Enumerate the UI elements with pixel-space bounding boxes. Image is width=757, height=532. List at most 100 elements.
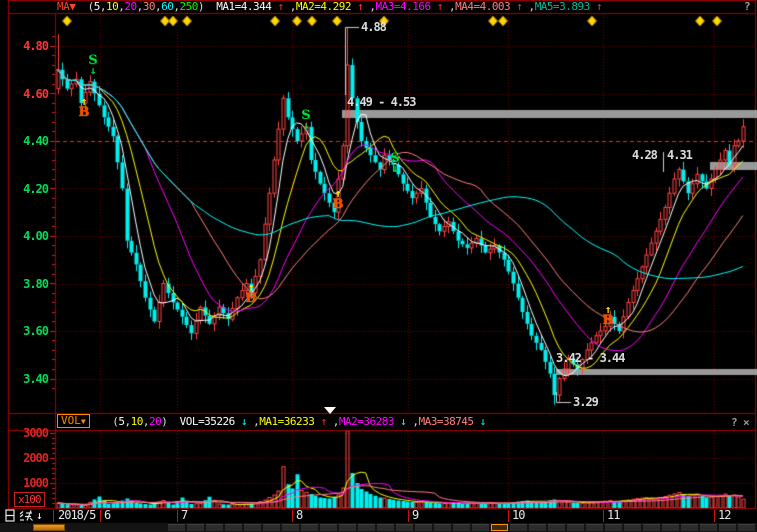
time-axis-separator [292,510,293,522]
vol-value: MA3=38745 [418,415,473,428]
scrollbar-segment[interactable] [605,524,622,531]
scrollbar-segment[interactable] [206,524,223,531]
scrollbar-segment[interactable] [377,524,394,531]
ma-param: 10 [106,0,118,13]
scrollbar-segment[interactable] [168,524,185,531]
paren: ) [161,415,173,428]
sell-signal-marker: S↓ [388,153,402,174]
period-label-rixian [4,509,34,522]
scrollbar-segment[interactable] [187,524,204,531]
vol-close-icon[interactable]: × [743,416,750,429]
buy-signal-marker: ↑B [331,189,345,210]
time-axis-label: 6 [104,509,110,522]
vol-value: MA1=36233 [259,415,314,428]
vol-value: MA2=36283 [339,415,394,428]
stock-chart-window: MA▼ (5,10,20,30,60,250) MA1=4.344 ↑ ,MA2… [0,0,757,532]
vol-value: VOL=35226 [180,415,235,428]
sep: , [406,415,418,428]
scrollbar-segment[interactable] [624,524,641,531]
scrollbar-thumb[interactable] [33,524,65,531]
sell-signal-marker: S↓ [299,110,313,131]
main-indicator-header: MA▼ (5,10,20,30,60,250) MA1=4.344 ↑ ,MA2… [57,0,602,13]
time-axis-label: 10 [512,509,524,522]
scrollbar-segment[interactable] [434,524,451,531]
time-axis-separator [408,510,409,522]
scrollbar-segment[interactable] [358,524,375,531]
sep: , [284,0,296,13]
scrollbar-segment[interactable] [263,524,280,531]
up-arrow-icon: ↑ [431,0,443,13]
time-axis-label: 8 [296,509,302,522]
price-annotation: 4.31 [667,148,692,162]
scrollbar-segment[interactable] [244,524,261,531]
scrollbar-segment[interactable] [320,524,337,531]
buy-signal-marker: ↑B [244,283,258,304]
scrollbar-segment[interactable] [282,524,299,531]
ma-value: MA1=4.344 [216,0,271,13]
scrollbar-segment[interactable] [586,524,603,531]
scrollbar-segment[interactable] [339,524,356,531]
price-annotation: 4.28 [632,148,657,162]
price-annotation: 4.49 - 4.53 [347,95,415,109]
vol-help-icon[interactable]: ? [731,416,738,429]
sell-signal-marker: S↓ [86,55,100,76]
scrollbar-segment[interactable] [301,524,318,531]
scrollbar-segment[interactable] [491,524,508,531]
vol-label: VOL [61,414,81,427]
up-arrow-icon: ↑ [590,0,602,13]
sep: , [327,415,339,428]
time-axis: ↓ 2018/56789101112 [0,509,757,522]
scrollbar-segment[interactable] [453,524,470,531]
price-axis-label: 4.60 [6,87,48,101]
price-axis-label: 3.80 [6,277,48,291]
price-annotation: 3.42 - 3.44 [556,351,624,365]
time-axis-separator [603,510,604,522]
scrollbar-segment[interactable] [510,524,527,531]
period-selector-button[interactable]: ↓ [4,509,43,522]
scrollbar-segment[interactable] [662,524,679,531]
buy-signal-marker: ↑B [77,97,91,118]
up-arrow-icon: ↑ [351,0,363,13]
scrollbar-segment[interactable] [681,524,698,531]
scrollbar-segment[interactable] [529,524,546,531]
scrollbar-segment[interactable] [415,524,432,531]
ma-indicator-button[interactable]: MA▼ [57,0,75,13]
price-axis-label: 4.00 [6,229,48,243]
scrollbar-segment[interactable] [700,524,717,531]
scrollbar-segment[interactable] [472,524,489,531]
signal-letter: B [77,107,91,118]
price-axis-label: 4.40 [6,134,48,148]
scrollbar-segment[interactable] [643,524,660,531]
sep: , [363,0,375,13]
volume-unit-box: x100 [14,492,45,507]
time-axis-separator [508,510,509,522]
sep: , [443,0,455,13]
time-axis-label: 2018/5 [58,509,95,522]
time-axis-separator [100,510,101,522]
scrollbar-segment[interactable] [548,524,565,531]
ma-param: 60 [161,0,173,13]
paren: ) [198,0,210,13]
help-icon[interactable]: ? [744,0,751,13]
scrollbar-segment[interactable] [719,524,736,531]
time-axis-label: 11 [607,509,619,522]
buy-signal-marker: ↑B [601,305,615,326]
scrollbar-segment[interactable] [225,524,242,531]
paren: ( [75,0,93,13]
up-arrow-icon: ↑ [510,0,522,13]
ma-value: MA3=4.166 [375,0,430,13]
vol-indicator-button[interactable]: VOL▼ [57,414,90,428]
scrollbar-segment[interactable] [738,524,755,531]
volume-axis-label: 2000 [6,451,48,465]
ma-value: MA5=3.893 [535,0,590,13]
chart-canvas[interactable] [0,0,757,532]
scrollbar-segment[interactable] [396,524,413,531]
signal-letter: B [244,293,258,304]
time-axis-separator [53,510,54,522]
volume-indicator-header: (5,10,20) VOL=35226 ↓ ,MA1=36233 ↑ ,MA2=… [100,413,486,430]
volume-axis-label: 3000 [6,426,48,440]
price-axis-label: 4.80 [6,39,48,53]
price-axis-label: 3.40 [6,372,48,386]
horizontal-scrollbar[interactable] [0,523,757,532]
scrollbar-segment[interactable] [567,524,584,531]
